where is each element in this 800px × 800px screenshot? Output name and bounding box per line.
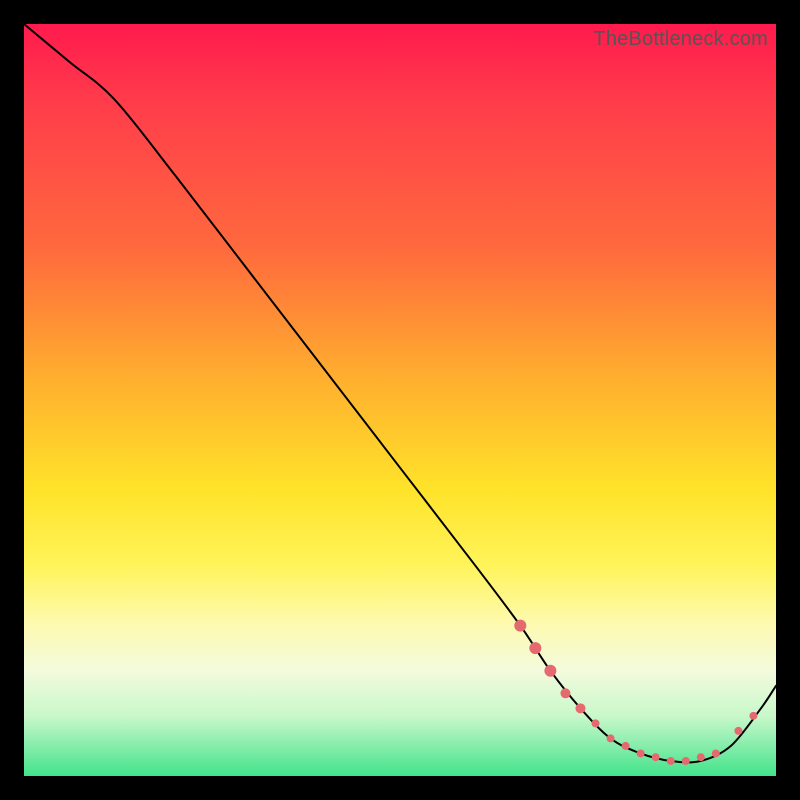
plot-area: TheBottleneck.com (24, 24, 776, 776)
data-marker (682, 757, 690, 765)
data-marker (592, 719, 600, 727)
data-marker (749, 712, 757, 720)
data-marker (607, 734, 615, 742)
data-marker (734, 727, 742, 735)
marker-group (514, 620, 757, 765)
data-marker (560, 688, 570, 698)
data-marker (575, 703, 585, 713)
data-marker (622, 742, 630, 750)
data-marker (652, 753, 660, 761)
data-marker (637, 749, 645, 757)
chart-frame: TheBottleneck.com (0, 0, 800, 800)
chart-svg (24, 24, 776, 776)
curve-path (24, 24, 776, 762)
data-marker (544, 665, 556, 677)
data-marker (529, 642, 541, 654)
data-marker (697, 753, 705, 761)
data-marker (712, 749, 720, 757)
data-marker (667, 757, 675, 765)
data-marker (514, 620, 526, 632)
